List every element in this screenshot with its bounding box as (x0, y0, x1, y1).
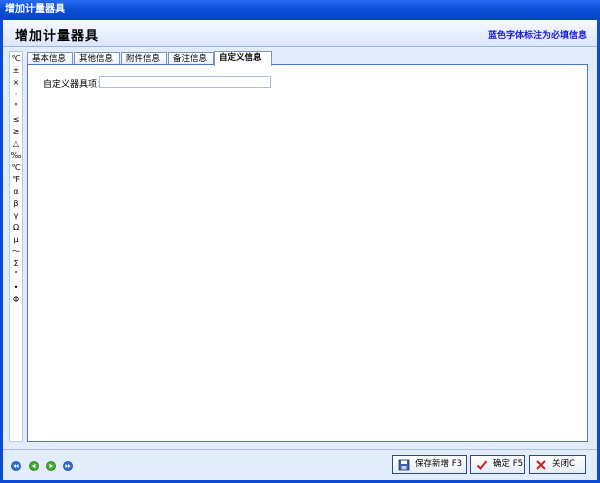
symbol-button[interactable]: ℃ (10, 54, 22, 64)
close-label: 关闭C (552, 459, 575, 469)
custom-field-label: 自定义器具项： (43, 80, 107, 90)
checkmark-icon (476, 460, 488, 470)
symbol-button[interactable]: · (10, 90, 22, 100)
symbol-button[interactable]: ℃ (10, 163, 22, 173)
symbol-button[interactable]: △ (10, 139, 22, 149)
save-icon (398, 459, 410, 471)
symbol-button[interactable]: Φ (10, 295, 22, 305)
footer-divider (3, 449, 597, 450)
close-button[interactable]: 关闭C (529, 455, 586, 474)
symbol-button[interactable]: γ (10, 211, 22, 221)
symbol-button[interactable]: ˚ (10, 271, 22, 281)
required-note: 蓝色字体标注为必填信息 (487, 31, 587, 41)
symbol-button[interactable]: ‰ (10, 151, 22, 161)
header-bar: 增加计量器具 蓝色字体标注为必填信息 (3, 20, 597, 47)
symbol-button[interactable]: Σ (10, 259, 22, 269)
first-icon[interactable] (11, 461, 21, 471)
next-icon[interactable] (46, 461, 56, 471)
symbol-button[interactable]: ± (10, 66, 22, 76)
confirm-button[interactable]: 确定 F5 (470, 455, 525, 474)
symbol-button[interactable]: Ω (10, 223, 22, 233)
symbol-toolbar: ℃ ± × · ° ≤ ≥ △ ‰ ℃ ℉ α β γ Ω μ ～ Σ ˚ • … (9, 51, 23, 442)
symbol-button[interactable]: ≤ (10, 115, 22, 125)
window-title: 增加计量器具 (0, 0, 600, 20)
symbol-button[interactable]: • (10, 283, 22, 293)
symbol-button[interactable]: × (10, 78, 22, 88)
close-icon (536, 460, 546, 470)
symbol-button[interactable]: α (10, 187, 22, 197)
confirm-label: 确定 F5 (493, 459, 523, 469)
custom-field-input[interactable] (99, 76, 271, 88)
symbol-button[interactable]: β (10, 199, 22, 209)
symbol-button[interactable]: ≥ (10, 127, 22, 137)
tab-custom-info[interactable]: 自定义信息 (214, 51, 272, 66)
save-new-label: 保存新增 F3 (415, 459, 462, 469)
symbol-button[interactable]: ° (10, 102, 22, 112)
save-new-button[interactable]: 保存新增 F3 (392, 455, 467, 474)
symbol-button[interactable]: ℉ (10, 175, 22, 185)
symbol-button[interactable]: μ (10, 235, 22, 245)
prev-icon[interactable] (29, 461, 39, 471)
symbol-button[interactable]: ～ (10, 247, 22, 257)
page-title: 增加计量器具 (15, 29, 100, 44)
last-icon[interactable] (63, 461, 73, 471)
tab-content-panel (27, 64, 588, 442)
